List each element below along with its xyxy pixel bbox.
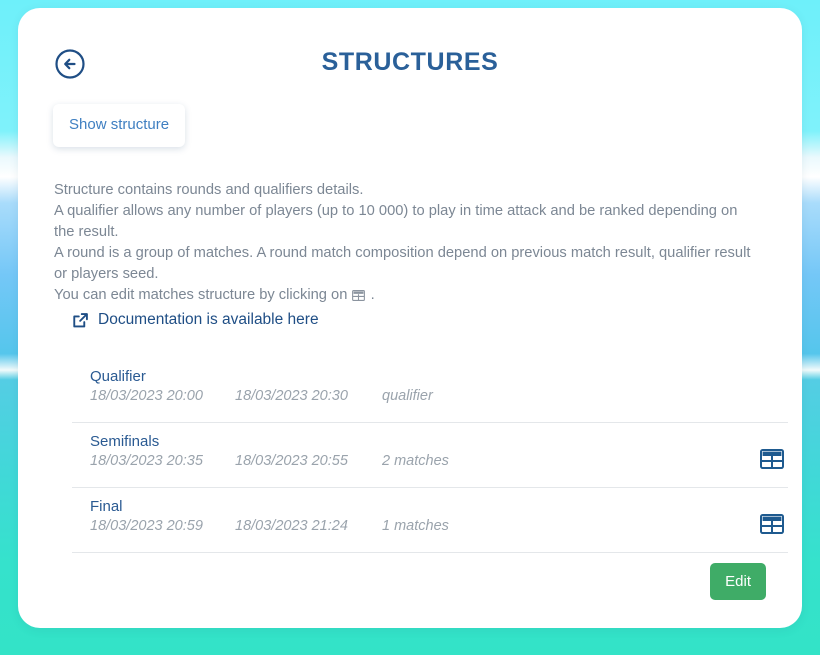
page-header: STRUCTURES: [18, 8, 802, 94]
structure-list: Qualifier 18/03/2023 20:00 18/03/2023 20…: [72, 358, 788, 553]
table-row[interactable]: Final 18/03/2023 20:59 18/03/2023 21:24 …: [72, 488, 788, 553]
row-start-date: 18/03/2023 20:00: [90, 388, 203, 404]
description-line-2: A qualifier allows any number of players…: [54, 203, 738, 240]
description-line-4-before: You can edit matches structure by clicki…: [54, 287, 348, 303]
table-icon: [760, 514, 784, 534]
row-end-date: 18/03/2023 20:55: [235, 453, 348, 469]
row-name: Qualifier: [90, 368, 146, 385]
tab-show-structure-label: Show structure: [69, 116, 170, 133]
row-start-date: 18/03/2023 20:59: [90, 518, 203, 534]
structures-card: STRUCTURES Show structure Structure cont…: [18, 8, 802, 628]
row-meta: 18/03/2023 20:35 18/03/2023 20:55 2 matc…: [90, 453, 788, 469]
row-kind: qualifier: [382, 388, 433, 404]
edit-button[interactable]: Edit: [710, 563, 766, 600]
row-kind: 2 matches: [382, 453, 449, 469]
row-end-date: 18/03/2023 20:30: [235, 388, 348, 404]
row-end-date: 18/03/2023 21:24: [235, 518, 348, 534]
description-text: Structure contains rounds and qualifiers…: [54, 180, 754, 308]
documentation-link-label: Documentation is available here: [98, 311, 319, 328]
row-name: Final: [90, 498, 123, 515]
table-row[interactable]: Qualifier 18/03/2023 20:00 18/03/2023 20…: [72, 358, 788, 423]
table-icon: [760, 449, 784, 469]
description-line-1: Structure contains rounds and qualifiers…: [54, 182, 364, 198]
edit-matches-button[interactable]: [760, 449, 784, 469]
row-meta: 18/03/2023 20:59 18/03/2023 21:24 1 matc…: [90, 518, 788, 534]
description-line-3: A round is a group of matches. A round m…: [54, 245, 751, 282]
row-meta: 18/03/2023 20:00 18/03/2023 20:30 qualif…: [90, 388, 788, 404]
description-line-4: You can edit matches structure by clicki…: [54, 285, 754, 308]
external-link-icon: [72, 312, 89, 329]
tab-show-structure[interactable]: Show structure: [53, 104, 186, 147]
row-kind: 1 matches: [382, 518, 449, 534]
table-icon: [352, 287, 366, 308]
row-start-date: 18/03/2023 20:35: [90, 453, 203, 469]
documentation-link[interactable]: Documentation is available here: [72, 311, 319, 329]
table-row[interactable]: Semifinals 18/03/2023 20:35 18/03/2023 2…: [72, 423, 788, 488]
page-title: STRUCTURES: [321, 48, 499, 76]
row-name: Semifinals: [90, 433, 160, 450]
edit-matches-button[interactable]: [760, 514, 784, 534]
description-line-4-after: .: [370, 287, 375, 303]
